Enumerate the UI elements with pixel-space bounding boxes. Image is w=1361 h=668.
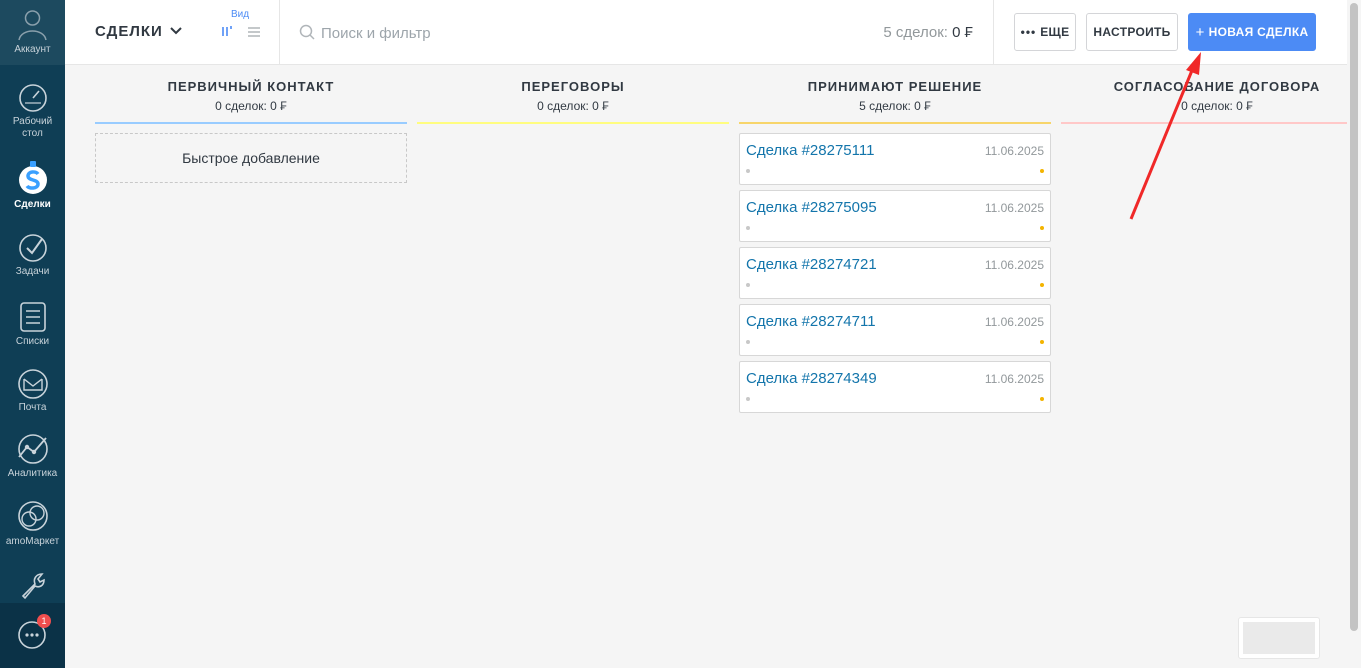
- sidebar-item-tasks[interactable]: Задачи: [0, 233, 65, 278]
- column-header: СОГЛАСОВАНИЕ ДОГОВОРА 0 сделок: 0 ₣: [1061, 65, 1361, 124]
- deal-name[interactable]: Сделка #28274721: [746, 256, 877, 273]
- sidebar-item-lists[interactable]: Списки: [0, 301, 65, 348]
- status-dot: [746, 226, 750, 230]
- quick-add-button[interactable]: Быстрое добавление: [95, 133, 407, 183]
- leads-icon: [18, 161, 47, 194]
- task-status-dot: [1040, 283, 1044, 287]
- account-label: Аккаунт: [14, 44, 51, 55]
- status-dot: [746, 283, 750, 287]
- scrollbar-thumb[interactable]: [1350, 3, 1358, 631]
- pipeline-column: ПЕРЕГОВОРЫ 0 сделок: 0 ₣: [417, 65, 729, 668]
- new-deal-button[interactable]: + НОВАЯ СДЕЛКА: [1188, 13, 1316, 51]
- chevron-down-icon[interactable]: [169, 26, 183, 36]
- search-input[interactable]: [321, 20, 861, 46]
- column-color-line: [417, 122, 729, 124]
- deal-card[interactable]: Сделка #28275095 11.06.2025: [739, 190, 1051, 242]
- deal-name[interactable]: Сделка #28274349: [746, 370, 877, 387]
- column-color-line: [95, 122, 407, 124]
- column-stats: 0 сделок: 0 ₣: [215, 99, 287, 113]
- pipeline-column: ПРИНИМАЮТ РЕШЕНИЕ 5 сделок: 0 ₣ Сделка #…: [739, 65, 1051, 668]
- scrollbar[interactable]: [1347, 0, 1361, 668]
- deals-count-text: 5 сделок:: [883, 24, 948, 41]
- sidebar-item-analytics[interactable]: Аналитика: [0, 433, 65, 480]
- column-color-line: [739, 122, 1051, 124]
- column-name: ПЕРЕГОВОРЫ: [521, 79, 625, 94]
- mail-icon: [17, 369, 48, 399]
- settings-wrench-icon: [21, 573, 45, 600]
- deal-card[interactable]: Сделка #28274721 11.06.2025: [739, 247, 1051, 299]
- sidebar-label-tasks: Задачи: [15, 266, 50, 277]
- mini-widget-content: [1243, 622, 1315, 654]
- sidebar-item-dashboard[interactable]: Рабочий стол: [0, 83, 65, 140]
- deal-date: 11.06.2025: [984, 201, 1044, 215]
- pipeline-column: СОГЛАСОВАНИЕ ДОГОВОРА 0 сделок: 0 ₣: [1061, 65, 1361, 668]
- chat-badge: 1: [37, 614, 51, 628]
- sidebar-item-leads[interactable]: Сделки: [0, 160, 65, 211]
- pipeline-column: ПЕРВИЧНЫЙ КОНТАКТ 0 сделок: 0 ₣ Быстрое …: [95, 65, 407, 668]
- new-deal-button-label: НОВАЯ СДЕЛКА: [1208, 25, 1309, 39]
- dashboard-icon: [18, 84, 47, 112]
- column-name: СОГЛАСОВАНИЕ ДОГОВОРА: [1113, 79, 1321, 94]
- divider: [279, 0, 280, 65]
- more-button[interactable]: ••• ЕЩЕ: [1014, 13, 1076, 51]
- sidebar-item-mail[interactable]: Почта: [0, 369, 65, 414]
- lists-icon: [19, 302, 46, 332]
- column-color-line: [1061, 122, 1361, 124]
- status-dot: [746, 397, 750, 401]
- list-view-icon[interactable]: [247, 26, 261, 38]
- status-dot: [746, 169, 750, 173]
- mini-widget[interactable]: [1238, 617, 1320, 659]
- deal-name[interactable]: Сделка #28275095: [746, 199, 877, 216]
- deal-name[interactable]: Сделка #28274711: [746, 313, 876, 330]
- column-name: ПЕРВИЧНЫЙ КОНТАКТ: [167, 79, 335, 94]
- column-stats: 0 сделок: 0 ₣: [537, 99, 609, 113]
- column-stats: 0 сделок: 0 ₣: [1181, 99, 1253, 113]
- more-button-label: ЕЩЕ: [1040, 25, 1070, 39]
- column-header: ПЕРВИЧНЫЙ КОНТАКТ 0 сделок: 0 ₣: [95, 65, 407, 124]
- deal-card[interactable]: Сделка #28274349 11.06.2025: [739, 361, 1051, 413]
- sidebar-label-lists: Списки: [15, 336, 50, 347]
- column-stats: 5 сделок: 0 ₣: [859, 99, 931, 113]
- deal-date: 11.06.2025: [984, 372, 1044, 386]
- deal-card[interactable]: Сделка #28274711 11.06.2025: [739, 304, 1051, 356]
- chat-button[interactable]: 1: [0, 603, 65, 668]
- divider: [993, 0, 994, 65]
- status-dot: [746, 340, 750, 344]
- task-status-dot: [1040, 169, 1044, 173]
- task-status-dot: [1040, 397, 1044, 401]
- search-icon: [299, 24, 315, 40]
- sidebar-label-dashboard: Рабочий стол: [12, 116, 53, 139]
- sidebar-label-mail: Почта: [18, 402, 47, 413]
- avatar-icon: [18, 10, 47, 41]
- deal-date: 11.06.2025: [984, 315, 1044, 329]
- topbar: СДЕЛКИ Вид 5 сделок: 0 ₣ ••• ЕЩЕ НАСТРОИ…: [65, 0, 1361, 65]
- task-status-dot: [1040, 340, 1044, 344]
- account-button[interactable]: Аккаунт: [0, 0, 65, 65]
- setup-button[interactable]: НАСТРОИТЬ: [1086, 13, 1178, 51]
- column-header: ПЕРЕГОВОРЫ 0 сделок: 0 ₣: [417, 65, 729, 124]
- analytics-icon: [17, 434, 48, 464]
- deal-name[interactable]: Сделка #28275111: [746, 142, 874, 159]
- pipeline-view-icon[interactable]: [221, 25, 235, 37]
- sidebar-label-market: amoМаркет: [5, 536, 60, 547]
- deals-count-sum: 0 ₣: [952, 24, 973, 41]
- plus-icon: +: [1195, 23, 1205, 41]
- deals-count: 5 сделок: 0 ₣: [883, 24, 973, 41]
- column-name: ПРИНИМАЮТ РЕШЕНИЕ: [807, 79, 983, 94]
- sidebar-label-analytics: Аналитика: [7, 468, 58, 479]
- deal-date: 11.06.2025: [984, 144, 1044, 158]
- page-title[interactable]: СДЕЛКИ: [95, 23, 163, 40]
- task-status-dot: [1040, 226, 1044, 230]
- sidebar-item-settings[interactable]: [0, 569, 65, 601]
- sidebar-label-leads: Сделки: [14, 199, 51, 210]
- more-dots-icon: •••: [1020, 25, 1037, 39]
- market-icon: [17, 501, 48, 531]
- deal-card[interactable]: Сделка #28275111 11.06.2025: [739, 133, 1051, 185]
- view-label: Вид: [231, 9, 250, 20]
- sidebar-item-market[interactable]: amoМаркет: [0, 499, 65, 548]
- sidebar: Аккаунт Рабочий стол Сделки Задачи Списки: [0, 0, 65, 668]
- column-header: ПРИНИМАЮТ РЕШЕНИЕ 5 сделок: 0 ₣: [739, 65, 1051, 124]
- deal-date: 11.06.2025: [984, 258, 1044, 272]
- tasks-icon: [18, 234, 47, 262]
